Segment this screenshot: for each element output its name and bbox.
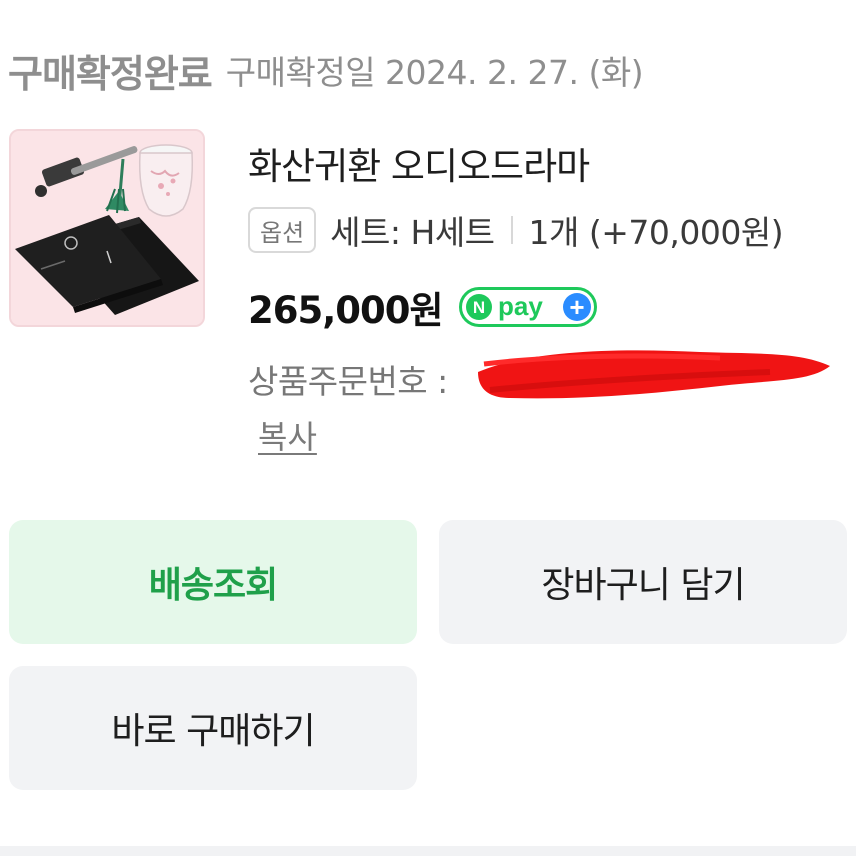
bottom-divider: [0, 846, 856, 856]
option-badge: 옵션: [248, 207, 317, 253]
product-image: [11, 131, 203, 325]
order-number-label: 상품주문번호 :: [248, 362, 448, 401]
purchase-status-title: 구매확정완료: [8, 51, 213, 96]
purchase-status-header: 구매확정완료 구매확정일 2024. 2. 27. (화): [8, 40, 644, 100]
purchase-confirm-date: 구매확정일 2024. 2. 27. (화): [225, 53, 644, 92]
option-divider: [510, 216, 513, 244]
product-name[interactable]: 화산귀환 오디오드라마: [248, 136, 590, 190]
npay-n-letter: N: [472, 298, 484, 317]
order-number-row: 상품주문번호 :: [248, 354, 448, 404]
product-price: 265,000원: [248, 289, 444, 332]
price-row: 265,000원 N pay +: [248, 280, 597, 334]
npay-plus-sign: +: [569, 292, 584, 322]
option-quantity: 1개 (+70,000원): [528, 213, 784, 252]
npay-text: pay: [498, 291, 543, 321]
product-thumbnail[interactable]: [9, 129, 205, 327]
redaction-scribble: [478, 350, 830, 399]
copy-order-number-link[interactable]: 복사: [258, 412, 317, 458]
option-value: 세트: H세트: [330, 213, 495, 252]
track-delivery-button[interactable]: 배송조회: [9, 520, 417, 644]
buy-now-button[interactable]: 바로 구매하기: [9, 666, 417, 790]
add-to-cart-button[interactable]: 장바구니 담기: [439, 520, 847, 644]
npay-plus-icon: N pay +: [458, 287, 597, 327]
product-option-row: 옵션 세트: H세트 1개 (+70,000원): [248, 204, 784, 256]
